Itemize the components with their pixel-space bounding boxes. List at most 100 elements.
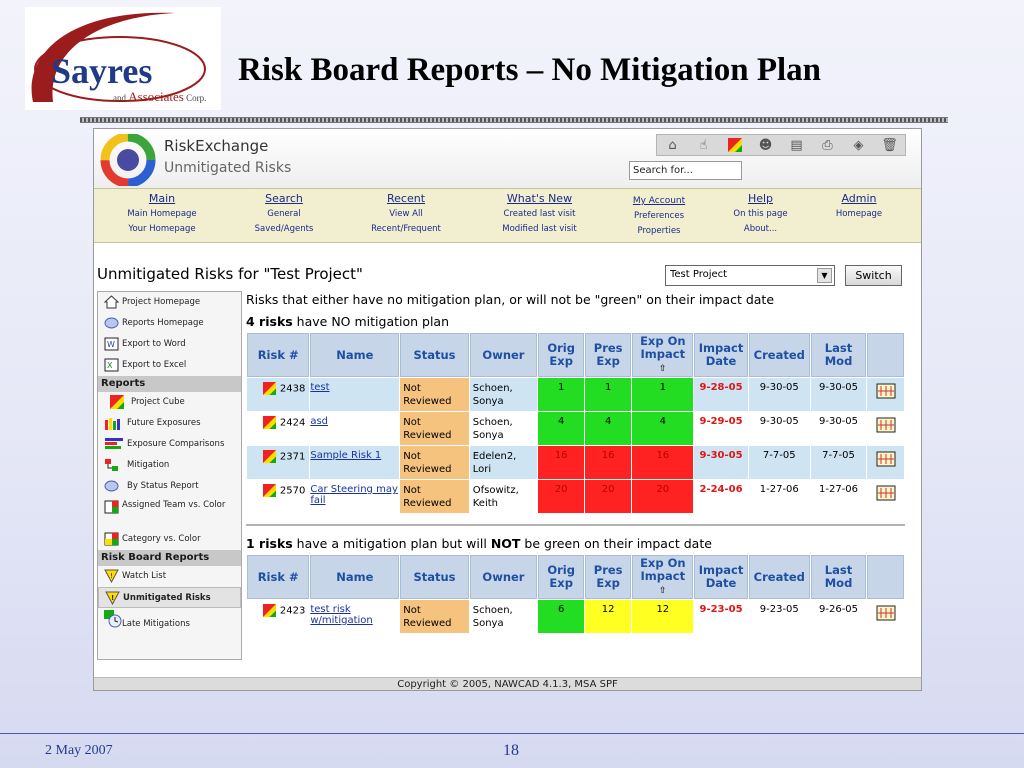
risk-cube-icon[interactable]: [262, 604, 276, 617]
risk-name-link[interactable]: test risk w/mitigation: [310, 604, 372, 626]
document-icon[interactable]: ▤: [786, 136, 808, 154]
footer-date: 2 May 2007: [45, 743, 113, 758]
nav-preferences[interactable]: Preferences: [614, 208, 704, 224]
risk-cube-icon[interactable]: [262, 450, 276, 463]
nav-my-account-link[interactable]: My Account: [614, 192, 704, 208]
nav-created-last-visit[interactable]: Created last visit: [486, 206, 593, 222]
actions-cell: [867, 600, 904, 633]
impact-exp-cell: 16: [632, 446, 694, 479]
col-owner[interactable]: Owner: [469, 555, 538, 599]
sidebar-item-category-color[interactable]: Category vs. Color: [98, 529, 241, 550]
risk-id-cell: 2438: [247, 378, 310, 411]
col-pres-exp[interactable]: Pres Exp: [585, 333, 632, 377]
nav-recent: Recent View All Recent/Frequent: [356, 192, 456, 236]
sidebar-item-export-word[interactable]: W Export to Word: [98, 334, 241, 355]
nav-admin-link[interactable]: Admin: [819, 192, 899, 206]
nav-properties[interactable]: Properties: [614, 224, 704, 238]
nav-general[interactable]: General: [234, 206, 334, 222]
col-owner[interactable]: Owner: [469, 333, 538, 377]
sidebar-item-export-excel[interactable]: X Export to Excel: [98, 355, 241, 376]
team-report-icon[interactable]: [876, 484, 896, 502]
users-icon[interactable]: ☻: [755, 136, 777, 154]
tag-icon[interactable]: ◈: [848, 136, 870, 154]
cursor-icon[interactable]: ☝: [693, 136, 715, 154]
col-created[interactable]: Created: [748, 555, 810, 599]
nav-help-link[interactable]: Help: [718, 192, 803, 206]
nav-whats-new-link[interactable]: What's New: [486, 192, 593, 206]
sidebar-item-reports-homepage[interactable]: Reports Homepage: [98, 313, 241, 334]
col-exp-on-impact[interactable]: Exp On Impact ⇧: [632, 555, 694, 599]
team-report-icon[interactable]: [876, 450, 896, 468]
risk-id-cell: 2424: [247, 412, 309, 445]
risk-name-cell[interactable]: test risk w/mitigation: [310, 600, 399, 633]
nav-on-this-page[interactable]: On this page: [718, 206, 803, 222]
chevron-down-icon[interactable]: ▼: [817, 268, 832, 283]
sidebar-item-project-homepage[interactable]: Project Homepage: [98, 292, 241, 313]
risk-cube-icon[interactable]: [262, 382, 276, 395]
sidebar-item-assigned-team[interactable]: Assigned Team vs. Color: [98, 497, 241, 529]
sidebar-item-by-status[interactable]: By Status Report: [98, 476, 241, 497]
nav-about[interactable]: About...: [718, 222, 803, 236]
nav-search-link[interactable]: Search: [234, 192, 334, 206]
search-input[interactable]: [629, 161, 742, 180]
risk-name-link[interactable]: test: [310, 382, 329, 393]
sidebar-item-late-mitigations[interactable]: Late Mitigations: [98, 608, 241, 640]
col-impact-date[interactable]: Impact Date: [694, 333, 748, 377]
col-status[interactable]: Status: [400, 333, 469, 377]
sidebar-item-mitigation[interactable]: Mitigation: [98, 455, 241, 476]
risk-cube-icon[interactable]: [262, 484, 276, 497]
risk-name-cell[interactable]: Car Steering may fail: [310, 480, 399, 513]
table-row: 2438 test Not Reviewed Schoen, Sonya 1 1…: [247, 378, 904, 411]
col-risk-number[interactable]: Risk #: [247, 555, 310, 599]
sidebar-item-exposure-comparisons[interactable]: Exposure Comparisons: [98, 434, 241, 455]
team-report-icon[interactable]: [876, 382, 896, 400]
risk-cube-icon: [110, 395, 124, 409]
risk-name-cell[interactable]: test: [310, 378, 400, 411]
col-orig-exp[interactable]: Orig Exp: [538, 333, 585, 377]
col-last-mod[interactable]: Last Mod: [810, 555, 867, 599]
risk-cube-icon[interactable]: [262, 416, 276, 429]
nav-admin-homepage[interactable]: Homepage: [819, 206, 899, 222]
home-icon[interactable]: ⌂: [662, 136, 684, 154]
nav-main-link[interactable]: Main: [112, 192, 212, 206]
sidebar-item-project-cube[interactable]: Project Cube: [98, 392, 241, 413]
col-risk-number[interactable]: Risk #: [247, 333, 310, 377]
col-exp-on-impact[interactable]: Exp On Impact ⇧: [632, 333, 694, 377]
risk-name-cell[interactable]: asd: [310, 412, 399, 445]
nav-modified-last-visit[interactable]: Modified last visit: [486, 222, 593, 236]
created-cell: 9-30-05: [748, 378, 810, 411]
risk-name-link[interactable]: Sample Risk 1: [310, 450, 381, 461]
nav-saved-agents[interactable]: Saved/Agents: [234, 222, 334, 236]
nav-recent-link[interactable]: Recent: [356, 192, 456, 206]
risk-name-link[interactable]: Car Steering may fail: [310, 484, 398, 506]
nav-main-homepage[interactable]: Main Homepage: [112, 206, 212, 222]
comparison-icon: [105, 438, 123, 449]
project-select[interactable]: Test Project ▼: [665, 265, 835, 286]
print-icon[interactable]: ⎙: [817, 136, 839, 154]
logo-name: Sayres: [51, 51, 153, 91]
team-report-icon[interactable]: [876, 604, 896, 622]
switch-button[interactable]: Switch: [845, 265, 902, 286]
sidebar-section-reports: Reports: [98, 376, 241, 392]
col-status[interactable]: Status: [400, 555, 469, 599]
col-name[interactable]: Name: [310, 555, 400, 599]
sidebar-item-unmitigated-risks[interactable]: ! Unmitigated Risks: [98, 587, 241, 608]
col-orig-exp[interactable]: Orig Exp: [538, 555, 585, 599]
sidebar-item-watch-list[interactable]: ! Watch List: [98, 566, 241, 587]
col-impact-date[interactable]: Impact Date: [694, 555, 748, 599]
col-name[interactable]: Name: [310, 333, 400, 377]
slide-title: Risk Board Reports – No Mitigation Plan: [238, 52, 822, 88]
col-last-mod[interactable]: Last Mod: [810, 333, 867, 377]
trash-icon[interactable]: 🗑: [879, 136, 901, 154]
risk-name-link[interactable]: asd: [310, 416, 328, 427]
risk-name-cell[interactable]: Sample Risk 1: [310, 446, 400, 479]
risk-icon[interactable]: [724, 136, 746, 154]
col-created[interactable]: Created: [748, 333, 810, 377]
nav-your-homepage[interactable]: Your Homepage: [112, 222, 212, 236]
col-pres-exp[interactable]: Pres Exp: [585, 555, 632, 599]
team-report-icon[interactable]: [876, 416, 896, 434]
sidebar-item-future-exposures[interactable]: Future Exposures: [98, 413, 241, 434]
nav-view-all[interactable]: View All: [356, 206, 456, 222]
excel-icon: X: [104, 358, 119, 372]
nav-recent-frequent[interactable]: Recent/Frequent: [356, 222, 456, 236]
